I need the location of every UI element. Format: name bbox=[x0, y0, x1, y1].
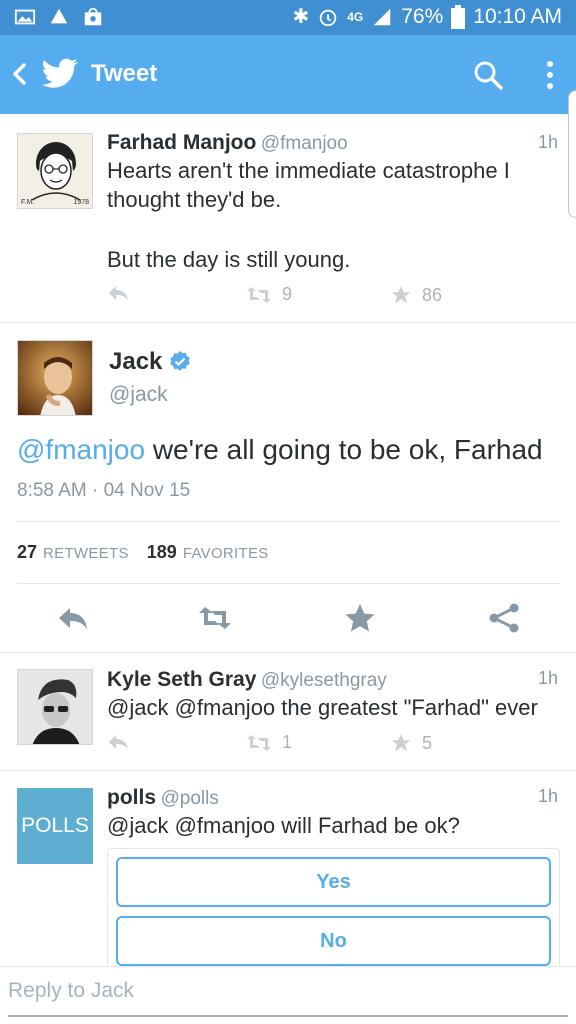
tweet-text-line-3: But the day is still young. bbox=[107, 247, 351, 272]
tweet-header: polls @polls bbox=[107, 786, 219, 810]
reply-action[interactable] bbox=[107, 733, 129, 751]
poll-card: Yes No bbox=[107, 848, 560, 978]
app-bar: Tweet bbox=[0, 35, 576, 114]
star-icon bbox=[391, 285, 411, 304]
kyle-photo-image bbox=[18, 670, 92, 744]
jack-photo-image bbox=[18, 341, 92, 415]
edge-scroll-handle[interactable] bbox=[568, 90, 576, 218]
author-name[interactable]: polls bbox=[107, 786, 156, 809]
sketch-portrait-image bbox=[18, 134, 92, 208]
signal-icon bbox=[373, 8, 391, 25]
avatar-caption-left: F.M. bbox=[21, 199, 35, 206]
parent-tweet[interactable]: F.M. 1978 Farhad Manjoo @fmanjoo 1h Hear… bbox=[0, 114, 576, 323]
engagement-stats: 27 RETWEETS 189 FAVORITES bbox=[17, 542, 269, 563]
avatar[interactable] bbox=[17, 340, 93, 416]
input-underline bbox=[8, 1015, 568, 1017]
retweet-count: 9 bbox=[282, 284, 293, 304]
tweet-text: @jack @fmanjoo will Farhad be ok? bbox=[107, 813, 460, 838]
avatar[interactable]: F.M. 1978 bbox=[17, 133, 93, 209]
store-icon bbox=[84, 7, 102, 26]
main-tweet-text: @fmanjoo we're all going to be ok, Farha… bbox=[17, 434, 543, 466]
share-icon[interactable] bbox=[486, 600, 522, 636]
bluetooth-icon: ✱ bbox=[292, 6, 310, 28]
status-bar: ✱ 4G 76% 10:10 AM bbox=[0, 0, 576, 35]
favorite-star-icon[interactable] bbox=[342, 600, 378, 636]
avatar-caption-right: 1978 bbox=[73, 199, 89, 206]
like-action[interactable]: 86 bbox=[390, 284, 442, 306]
retweet-label: RETWEETS bbox=[43, 545, 129, 562]
drive-icon bbox=[50, 8, 68, 24]
clock: 10:10 AM bbox=[473, 4, 562, 28]
reply-composer bbox=[0, 966, 576, 1024]
battery-percent: 76% bbox=[401, 4, 444, 28]
tweet-header: Kyle Seth Gray @kylesethgray bbox=[107, 668, 387, 692]
author-handle[interactable]: @kylesethgray bbox=[261, 670, 387, 691]
reply-icon[interactable] bbox=[55, 600, 91, 636]
tweet-time: 1h bbox=[537, 132, 558, 152]
search-icon[interactable] bbox=[472, 59, 504, 91]
tweet-header: Farhad Manjoo @fmanjoo bbox=[107, 131, 348, 155]
tweet-text-line-1: Hearts aren't the immediate catastrophe … bbox=[107, 158, 510, 183]
avatar[interactable]: POLLS bbox=[17, 788, 93, 864]
reply-tweet[interactable]: Kyle Seth Gray @kylesethgray 1h @jack @f… bbox=[0, 653, 576, 771]
main-author-line: Jack bbox=[109, 348, 192, 376]
reply-action[interactable] bbox=[107, 284, 129, 302]
author-name[interactable]: Kyle Seth Gray bbox=[107, 668, 256, 691]
favorite-label: FAVORITES bbox=[182, 545, 269, 562]
author-handle[interactable]: @jack bbox=[109, 383, 168, 407]
overflow-menu-icon[interactable] bbox=[540, 59, 560, 91]
main-tweet-body: we're all going to be ok, Farhad bbox=[145, 434, 543, 465]
favorite-total: 189 bbox=[146, 542, 177, 562]
poll-option-no[interactable]: No bbox=[116, 916, 551, 966]
tweet-time: 1h bbox=[537, 786, 558, 806]
tweet-timestamp: 8:58 AM · 04 Nov 15 bbox=[17, 480, 191, 501]
retweet-action[interactable]: 1 bbox=[246, 732, 292, 753]
mention-link[interactable]: @fmanjoo bbox=[17, 434, 145, 465]
like-action[interactable]: 5 bbox=[390, 732, 432, 754]
retweets-stat[interactable]: 27 RETWEETS bbox=[17, 542, 129, 563]
author-handle[interactable]: @fmanjoo bbox=[261, 133, 348, 154]
poll-option-yes[interactable]: Yes bbox=[116, 857, 551, 907]
status-system-icons: ✱ 4G 76% 10:10 AM bbox=[292, 4, 562, 29]
reply-icon bbox=[109, 286, 128, 300]
verified-badge-icon bbox=[170, 351, 191, 371]
tweet-text: @jack @fmanjoo the greatest "Farhad" eve… bbox=[107, 695, 538, 720]
author-name[interactable]: Jack bbox=[109, 348, 162, 376]
divider bbox=[17, 583, 560, 584]
author-handle[interactable]: @polls bbox=[160, 788, 218, 809]
alarm-icon bbox=[319, 9, 337, 26]
divider bbox=[17, 521, 560, 522]
reply-icon bbox=[109, 735, 128, 749]
like-count: 86 bbox=[422, 284, 443, 305]
retweet-icon bbox=[247, 734, 271, 751]
retweet-action[interactable]: 9 bbox=[246, 284, 292, 305]
retweet-total: 27 bbox=[17, 542, 38, 562]
retweet-count: 1 bbox=[282, 732, 293, 752]
network-label: 4G bbox=[347, 9, 364, 24]
author-name[interactable]: Farhad Manjoo bbox=[107, 131, 256, 154]
reply-input[interactable] bbox=[8, 979, 568, 1003]
avatar[interactable] bbox=[17, 669, 93, 745]
twitter-bird-icon bbox=[42, 58, 78, 88]
status-notification-icons bbox=[14, 6, 104, 28]
like-count: 5 bbox=[422, 732, 433, 753]
tweet-text-line-2: thought they'd be. bbox=[107, 187, 282, 212]
favorites-stat[interactable]: 189 FAVORITES bbox=[147, 542, 269, 563]
retweet-icon[interactable] bbox=[197, 600, 233, 636]
retweet-icon bbox=[247, 286, 271, 303]
battery-icon bbox=[451, 4, 466, 29]
star-icon bbox=[391, 733, 411, 752]
tweet-time: 1h bbox=[537, 668, 558, 688]
page-title: Tweet bbox=[91, 60, 158, 87]
gallery-icon bbox=[14, 9, 36, 25]
back-arrow-icon[interactable] bbox=[8, 59, 32, 89]
